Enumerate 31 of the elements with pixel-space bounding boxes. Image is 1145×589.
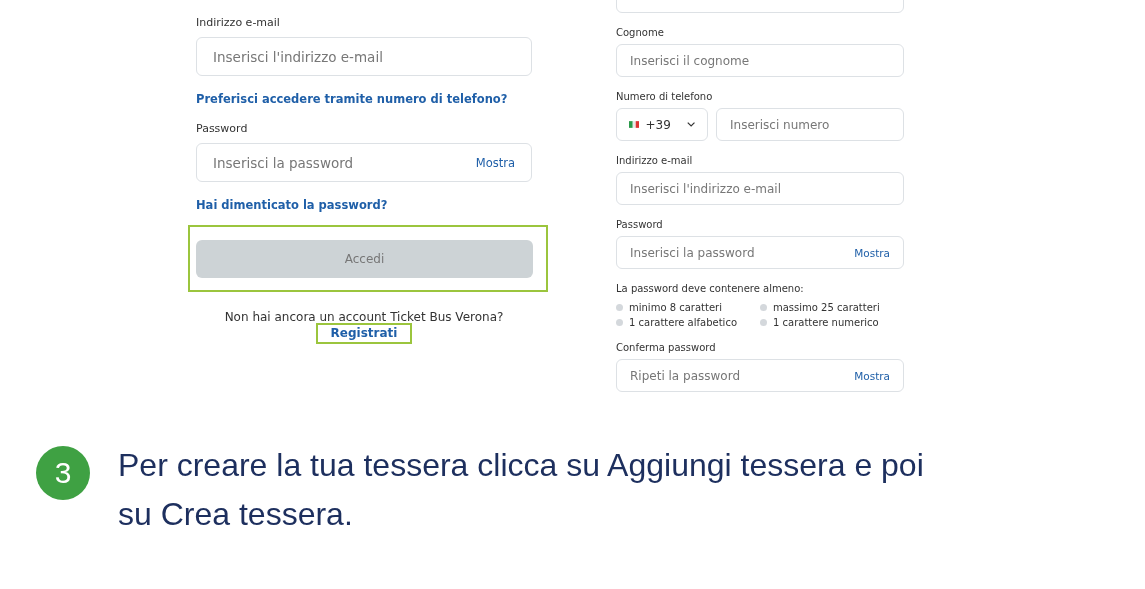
rule-text: massimo 25 caratteri	[773, 302, 880, 313]
rule-text: 1 carattere numerico	[773, 317, 879, 328]
email-input[interactable]: Inserisci l'indirizzo e-mail	[196, 37, 532, 76]
country-code-select[interactable]: +39	[616, 108, 708, 141]
register-link[interactable]: Registrati	[317, 325, 411, 342]
password-input[interactable]: Inserisci la password Mostra	[196, 143, 532, 182]
password-input[interactable]: Ripeti la password Mostra	[616, 359, 904, 392]
show-password-link[interactable]: Mostra	[854, 246, 890, 259]
forgot-password-link[interactable]: Hai dimenticato la password?	[196, 198, 532, 212]
field-label: Numero di telefono	[616, 91, 714, 102]
text-input[interactable]: Inserisci l'indirizzo e-mail	[616, 172, 904, 205]
show-password-link[interactable]: Mostra	[854, 369, 890, 382]
phone-input[interactable]: Inserisci numero	[716, 108, 904, 141]
phone-login-link[interactable]: Preferisci accedere tramite numero di telefono?	[196, 92, 532, 106]
field-label: Indirizzo e-mail	[196, 16, 281, 29]
field-label: Cognome	[616, 27, 665, 38]
field-label: Password	[196, 122, 249, 135]
instruction-text: Per creare la tua tessera clicca su Aggiungi tessera e poi su Crea tessera.	[118, 446, 925, 534]
step-number: 3	[36, 446, 90, 500]
field-label: Password	[616, 219, 664, 230]
flag-icon	[629, 120, 640, 129]
password-input[interactable]: Inserisci la password Mostra	[616, 236, 904, 269]
show-password-link[interactable]: Mostra	[475, 155, 515, 170]
field-label: Indirizzo e-mail	[616, 155, 694, 166]
signup-prompt: Non hai ancora un account Ticket Bus Verona?	[223, 310, 505, 324]
field-label: Conferma password	[616, 342, 717, 353]
rule-text: 1 carattere alfabetico	[629, 317, 737, 328]
password-hint: La password deve contenere almeno:	[616, 283, 805, 294]
rule-text: minimo 8 caratteri	[629, 302, 722, 313]
text-input[interactable]: Inserisci il cognome	[616, 44, 904, 77]
chevron-down-icon	[686, 121, 695, 128]
